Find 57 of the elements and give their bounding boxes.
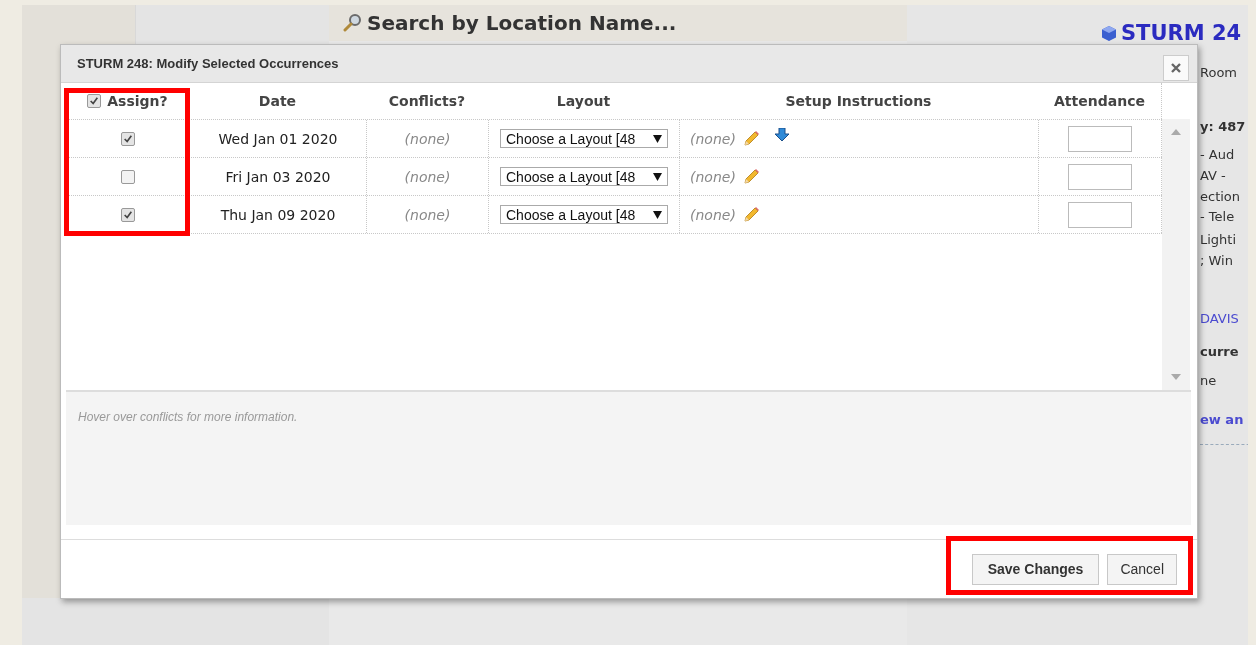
room-detail-text[interactable]: ew an xyxy=(1200,411,1248,428)
room-detail-text: ne xyxy=(1200,372,1218,389)
layout-dropdown[interactable]: Choose a Layout [48 xyxy=(500,129,668,148)
column-header: Date xyxy=(258,93,297,109)
room-detail-text: ection xyxy=(1200,188,1242,205)
date-text: Fri Jan 03 2020 xyxy=(225,168,331,185)
save-button[interactable]: Save Changes xyxy=(971,553,1100,585)
room-detail-text: Room xyxy=(1200,64,1239,81)
checkbox[interactable] xyxy=(120,207,135,222)
dialog-title: STURM 248: Modify Selected Occurrences xyxy=(77,56,339,71)
room-detail-text: - Aud xyxy=(1200,146,1236,163)
search-icon xyxy=(343,13,363,33)
room-detail-text: Lighti xyxy=(1200,231,1238,248)
conflicts-text: (none) xyxy=(404,168,451,185)
setup-text: (none) xyxy=(690,130,736,147)
date-text: Wed Jan 01 2020 xyxy=(218,130,338,147)
scrollbar[interactable] xyxy=(1162,119,1190,390)
setup-text: (none) xyxy=(690,206,736,223)
column-header: Setup Instructions xyxy=(785,93,932,109)
checkbox[interactable] xyxy=(120,169,135,184)
conflicts-text: (none) xyxy=(404,206,451,223)
room-detail-text: AV - xyxy=(1200,167,1227,184)
conflicts-text: (none) xyxy=(404,130,451,147)
attendance-field[interactable] xyxy=(1068,125,1132,152)
scroll-up-icon[interactable] xyxy=(1171,129,1181,135)
checkbox[interactable] xyxy=(120,131,135,146)
attendance-field[interactable] xyxy=(1068,163,1132,190)
setup-text: (none) xyxy=(690,168,736,185)
room-detail-text: ; Win xyxy=(1200,252,1234,269)
hint-text: Hover over conflicts for more information. xyxy=(78,410,298,424)
layout-dropdown[interactable]: Choose a Layout [48 xyxy=(500,167,668,186)
cube-icon xyxy=(1101,24,1117,42)
column-header: Assign? xyxy=(107,93,168,109)
caret-icon xyxy=(653,210,662,219)
room-detail-text[interactable]: DAVIS xyxy=(1200,310,1248,327)
room-detail-text: curre xyxy=(1200,343,1240,360)
room-title[interactable]: STURM 24 xyxy=(1121,21,1242,45)
caret-icon xyxy=(653,134,662,143)
room-detail-text: - Tele xyxy=(1200,208,1236,225)
search-title[interactable]: Search by Location Name... xyxy=(367,11,677,35)
scroll-down-icon[interactable] xyxy=(1171,374,1181,380)
caret-icon xyxy=(653,172,662,181)
pencil-icon[interactable] xyxy=(741,129,760,148)
pencil-icon[interactable] xyxy=(741,205,760,224)
cancel-button[interactable]: Cancel xyxy=(1107,553,1177,585)
column-header: Layout xyxy=(556,93,611,109)
room-detail-text: y: 487 xyxy=(1200,118,1247,135)
date-text: Thu Jan 09 2020 xyxy=(220,206,336,223)
attendance-field[interactable] xyxy=(1068,201,1132,228)
column-header: Attendance xyxy=(1054,93,1145,109)
column-header: Conflicts? xyxy=(388,93,466,109)
close-icon xyxy=(1171,62,1181,73)
checkbox[interactable] xyxy=(87,94,102,108)
layout-dropdown[interactable]: Choose a Layout [48 xyxy=(500,205,668,224)
close-button[interactable] xyxy=(1163,54,1189,81)
arrow-down-icon[interactable] xyxy=(773,128,790,142)
pencil-icon[interactable] xyxy=(741,167,760,186)
